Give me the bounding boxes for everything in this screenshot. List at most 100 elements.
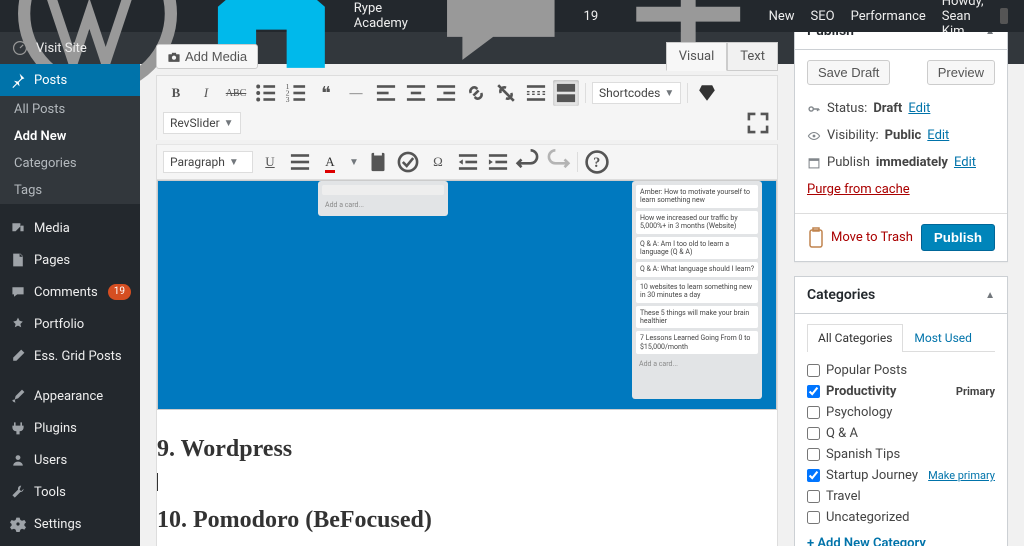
camera-icon — [167, 50, 181, 64]
settings-icon — [10, 516, 26, 532]
format-dropdown[interactable]: Paragraph▼ — [163, 151, 253, 173]
menu-settings[interactable]: Settings — [0, 508, 140, 540]
paste-text-button[interactable] — [365, 149, 391, 175]
tab-all-categories[interactable]: All Categories — [807, 324, 903, 352]
menu-ess-grid[interactable]: Ess. Grid Posts — [0, 340, 140, 372]
site-name-link[interactable]: Rype Academy — [187, 0, 416, 32]
text-color-button[interactable]: A — [317, 149, 343, 175]
sub-categories[interactable]: Categories — [0, 150, 140, 177]
tab-most-used[interactable]: Most Used — [903, 324, 983, 351]
publish-header[interactable]: Publish▲ — [795, 32, 1007, 50]
seo-link[interactable]: SEO — [803, 0, 843, 32]
menu-pages[interactable]: Pages — [0, 244, 140, 276]
add-media-button[interactable]: Add Media — [156, 44, 258, 69]
unlink-button[interactable] — [493, 80, 519, 106]
hr-button[interactable]: — — [343, 80, 369, 106]
help-button[interactable]: ? — [584, 149, 610, 175]
category-checkbox[interactable] — [807, 385, 820, 398]
visit-site-link[interactable]: Visit Site — [36, 41, 87, 56]
svg-text:3: 3 — [286, 95, 290, 104]
menu-users[interactable]: Users — [0, 444, 140, 476]
admin-bar: Rype Academy 19 New SEO Performance Howd… — [0, 0, 1024, 32]
comments-link[interactable]: 19 — [416, 0, 606, 32]
number-list-button[interactable]: 123 — [283, 80, 309, 106]
category-checkbox[interactable] — [807, 448, 820, 461]
editor-content[interactable]: Add a card... Amber: How to motivate you… — [156, 179, 778, 546]
schedule-row: Publish immediately Edit — [807, 149, 995, 176]
preview-button[interactable]: Preview — [927, 60, 995, 85]
save-draft-button[interactable]: Save Draft — [807, 60, 890, 85]
primary-badge: Primary — [956, 385, 995, 398]
add-new-category-link[interactable]: + Add New Category — [807, 528, 995, 546]
category-item: Psychology — [807, 402, 995, 423]
align-center-button[interactable] — [403, 80, 429, 106]
justify-button[interactable] — [287, 149, 313, 175]
align-left-button[interactable] — [373, 80, 399, 106]
sub-tags[interactable]: Tags — [0, 177, 140, 204]
heading-10: 10. Pomodoro (BeFocused) — [157, 507, 777, 534]
status-row: Status: Draft Edit — [807, 95, 995, 122]
text-color-arrow[interactable]: ▼ — [347, 149, 361, 175]
menu-tools[interactable]: Tools — [0, 476, 140, 508]
sub-all-posts[interactable]: All Posts — [0, 96, 140, 123]
strike-button[interactable]: ABC — [223, 80, 249, 106]
bullet-list-button[interactable] — [253, 80, 279, 106]
more-button[interactable] — [523, 80, 549, 106]
category-checkbox[interactable] — [807, 490, 820, 503]
outdent-button[interactable] — [455, 149, 481, 175]
make-primary-link[interactable]: Make primary — [928, 469, 995, 482]
text-tab[interactable]: Text — [727, 42, 778, 71]
performance-link[interactable]: Performance — [843, 0, 934, 32]
indent-button[interactable] — [485, 149, 511, 175]
bold-button[interactable]: B — [163, 80, 189, 106]
edit-status-link[interactable]: Edit — [908, 101, 930, 116]
new-link[interactable]: New — [606, 0, 802, 32]
underline-button[interactable]: U — [257, 149, 283, 175]
trello-screenshot: Add a card... Amber: How to motivate you… — [157, 180, 777, 410]
special-char-button[interactable]: Ω — [425, 149, 451, 175]
move-to-trash-link[interactable]: Move to Trash — [831, 230, 913, 245]
category-checkbox[interactable] — [807, 364, 820, 377]
italic-button[interactable]: I — [193, 80, 219, 106]
menu-comments[interactable]: Comments19 — [0, 276, 140, 308]
revslider-icon-button[interactable] — [694, 80, 720, 106]
wp-logo[interactable] — [8, 0, 187, 32]
categories-header[interactable]: Categories▲ — [795, 277, 1007, 314]
revslider-dropdown[interactable]: RevSlider▼ — [163, 112, 241, 134]
category-checkbox[interactable] — [807, 511, 820, 524]
menu-posts[interactable]: Posts — [0, 64, 140, 96]
category-checkbox[interactable] — [807, 406, 820, 419]
sub-add-new[interactable]: Add New — [0, 123, 140, 150]
menu-appearance[interactable]: Appearance — [0, 380, 140, 412]
menu-media[interactable]: Media — [0, 212, 140, 244]
category-tabs: All Categories Most Used — [807, 324, 995, 352]
portfolio-icon — [10, 316, 26, 332]
howdy-link[interactable]: Howdy, Sean Kim — [934, 0, 1016, 32]
undo-button[interactable] — [515, 149, 541, 175]
category-item: Travel — [807, 486, 995, 507]
toolbar-toggle-button[interactable] — [553, 80, 579, 106]
clear-format-button[interactable] — [395, 149, 421, 175]
category-checkbox[interactable] — [807, 427, 820, 440]
editor-toolbar-1: B I ABC 123 ❝ — Shortcodes▼ RevSlider▼ — [156, 75, 778, 140]
menu-plugins[interactable]: Plugins — [0, 412, 140, 444]
key-icon — [807, 102, 821, 116]
meta-column: Publish▲ Save Draft Preview Status: Draf… — [794, 32, 1024, 546]
plug-icon — [10, 420, 26, 436]
chevron-up-icon: ▲ — [985, 32, 995, 37]
edit-schedule-link[interactable]: Edit — [954, 155, 976, 170]
category-checkbox[interactable] — [807, 469, 820, 482]
category-item: Uncategorized — [807, 507, 995, 528]
align-right-button[interactable] — [433, 80, 459, 106]
fullscreen-button[interactable] — [745, 110, 771, 136]
site-name: Rype Academy — [354, 1, 408, 31]
redo-button[interactable] — [545, 149, 571, 175]
edit-visibility-link[interactable]: Edit — [927, 128, 949, 143]
publish-button[interactable]: Publish — [921, 224, 995, 251]
shortcodes-dropdown[interactable]: Shortcodes▼ — [592, 82, 681, 104]
purge-cache-link[interactable]: Purge from cache — [807, 182, 910, 197]
visual-tab[interactable]: Visual — [666, 42, 728, 71]
quote-button[interactable]: ❝ — [313, 80, 339, 106]
menu-portfolio[interactable]: Portfolio — [0, 308, 140, 340]
link-button[interactable] — [463, 80, 489, 106]
